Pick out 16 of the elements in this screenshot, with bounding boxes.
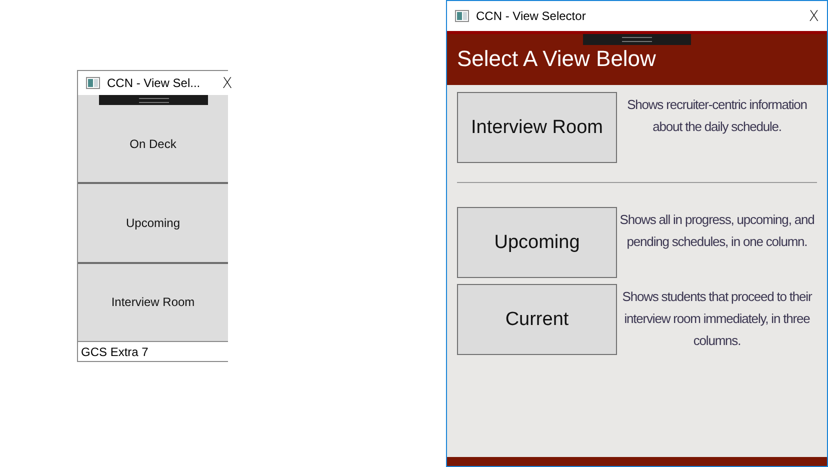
close-button[interactable]: X: [800, 7, 827, 25]
close-button[interactable]: X: [214, 74, 240, 92]
app-icon: [86, 77, 100, 89]
view-button[interactable]: Interview Room: [457, 92, 617, 163]
drag-handle[interactable]: [583, 34, 691, 45]
view-description: Shows students that proceed to their interview room immediately, in three columns.: [621, 288, 814, 350]
view-description: Shows recruiter-centric information about the daily schedule.: [626, 96, 808, 136]
status-text: GCS Extra 7: [80, 344, 150, 360]
drag-handle[interactable]: [99, 95, 208, 105]
window-title: CCN - View Sel...: [107, 76, 200, 90]
view-button[interactable]: Upcoming: [457, 207, 617, 278]
view-button[interactable]: Current: [457, 284, 617, 355]
page-heading: Select A View Below: [457, 46, 656, 72]
app-icon: [455, 10, 469, 22]
window-title: CCN - View Selector: [476, 9, 586, 23]
view-description: Shows all in progress, upcoming, and pending schedules, in one column.: [618, 211, 816, 251]
